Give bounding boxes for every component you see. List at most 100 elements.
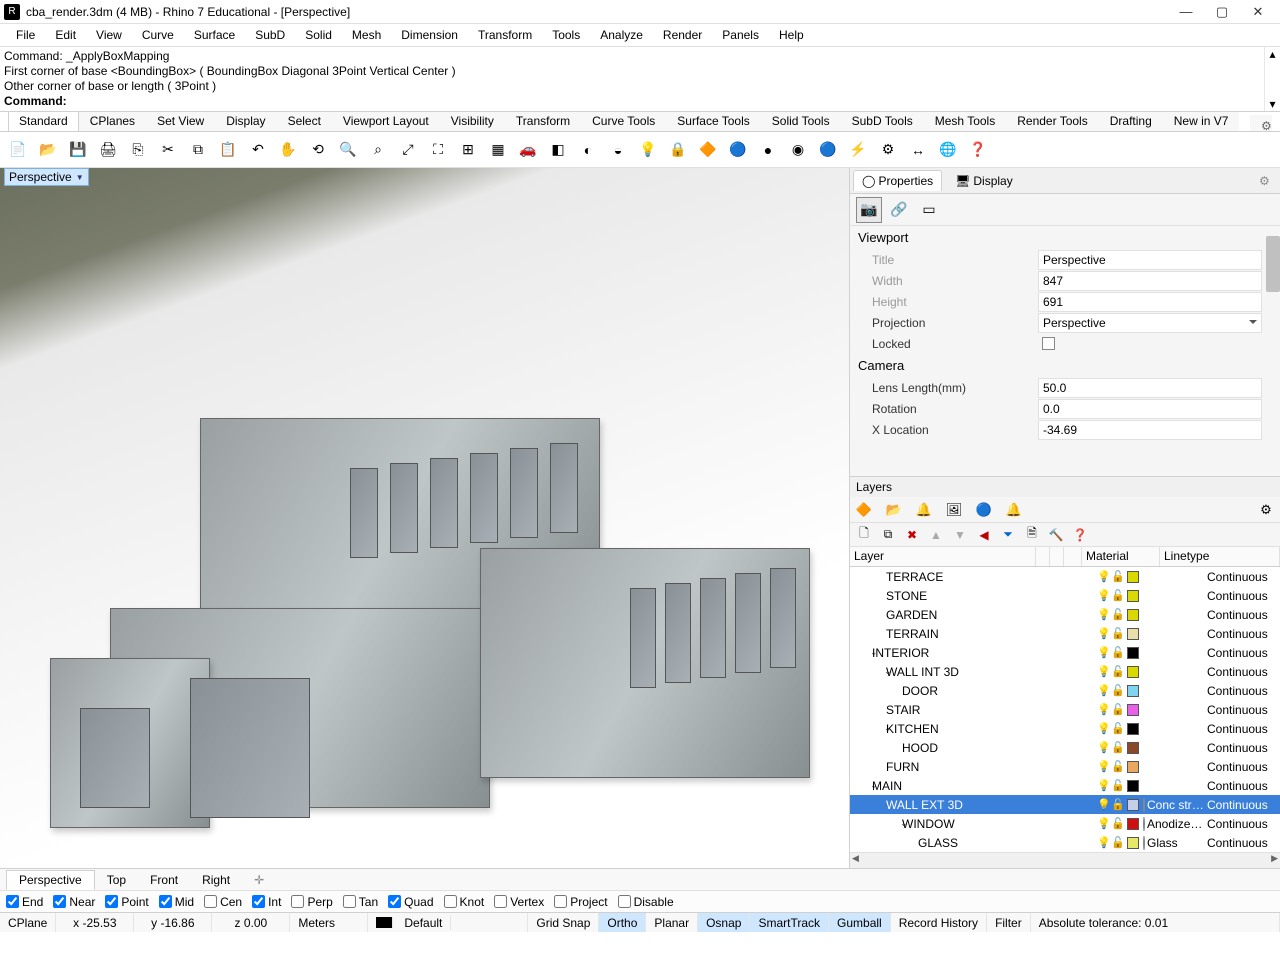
- lock-icon[interactable]: 🔓: [1111, 836, 1125, 849]
- gear-icon[interactable]: ⚙: [1258, 502, 1274, 518]
- tab-display[interactable]: 🖥Display: [946, 170, 1022, 191]
- status-layer[interactable]: Default: [368, 913, 528, 932]
- gear-icon[interactable]: ⚙: [1259, 174, 1273, 188]
- sphere-icon[interactable]: 🔵: [976, 502, 992, 518]
- properties-icon[interactable]: 🔵: [726, 138, 750, 162]
- filter-icon[interactable]: ⏷: [1000, 527, 1016, 543]
- expand-icon[interactable]: ⌄: [850, 647, 870, 658]
- tbtab-setview[interactable]: Set View: [146, 110, 215, 131]
- add-viewport-icon[interactable]: ✛: [242, 871, 276, 889]
- checkbox[interactable]: [618, 895, 631, 908]
- menu-view[interactable]: View: [86, 26, 132, 44]
- lock-icon[interactable]: 🔓: [1111, 684, 1125, 697]
- layer-row[interactable]: STAIR💡🔓Continuous: [850, 700, 1280, 719]
- expand-icon[interactable]: ⌄: [850, 780, 870, 791]
- layer-row[interactable]: ⌄WALL EXT 3D💡🔓Conc stri…Continuous: [850, 795, 1280, 814]
- command-area[interactable]: Command: _ApplyBoxMapping First corner o…: [0, 46, 1280, 112]
- lock-icon[interactable]: 🔓: [1111, 589, 1125, 602]
- checkbox[interactable]: [343, 895, 356, 908]
- color-swatch[interactable]: [1127, 799, 1139, 811]
- tbtab-newinv7[interactable]: New in V7: [1163, 110, 1240, 131]
- tbtab-transform[interactable]: Transform: [505, 110, 581, 131]
- col-material[interactable]: Material: [1082, 547, 1160, 566]
- expand-icon[interactable]: ⌄: [850, 799, 884, 810]
- vptab-top[interactable]: Top: [95, 871, 138, 889]
- osnap-cen[interactable]: Cen: [204, 895, 242, 909]
- menu-edit[interactable]: Edit: [45, 26, 86, 44]
- help-icon[interactable]: ❓: [966, 138, 990, 162]
- rotate-icon[interactable]: ⟲: [306, 138, 330, 162]
- layer-linetype[interactable]: Continuous: [1205, 741, 1280, 755]
- menu-tools[interactable]: Tools: [542, 26, 590, 44]
- tbtab-drafting[interactable]: Drafting: [1099, 110, 1163, 131]
- lock-icon[interactable]: 🔒: [666, 138, 690, 162]
- layer-linetype[interactable]: Continuous: [1205, 589, 1280, 603]
- bulb-icon[interactable]: 💡: [1097, 589, 1111, 602]
- expand-icon[interactable]: ⌄: [850, 818, 900, 829]
- menu-analyze[interactable]: Analyze: [590, 26, 653, 44]
- bulb-icon[interactable]: 💡: [1097, 703, 1111, 716]
- color-swatch[interactable]: [1127, 590, 1139, 602]
- color-swatch[interactable]: [1127, 609, 1139, 621]
- color-swatch[interactable]: [1127, 780, 1139, 792]
- bulb-icon[interactable]: 💡: [1097, 760, 1111, 773]
- tbtab-viewportlayout[interactable]: Viewport Layout: [332, 110, 440, 131]
- tbtab-standard[interactable]: Standard: [8, 110, 79, 131]
- layers-hscrollbar[interactable]: [850, 852, 1280, 868]
- status-ortho[interactable]: Ortho: [599, 913, 646, 932]
- bulb-icon[interactable]: 💡: [1097, 722, 1111, 735]
- shade-icon[interactable]: ◐: [576, 138, 600, 162]
- gear-icon[interactable]: ⚙: [1250, 115, 1272, 131]
- image-icon[interactable]: 🖼: [946, 502, 962, 518]
- menu-surface[interactable]: Surface: [184, 26, 245, 44]
- options-icon[interactable]: ⚡: [846, 138, 870, 162]
- checkbox[interactable]: [252, 895, 265, 908]
- named-views-icon[interactable]: ◧: [546, 138, 570, 162]
- osnap-int[interactable]: Int: [252, 895, 281, 909]
- color-swatch[interactable]: [1127, 723, 1139, 735]
- field-x[interactable]: -34.69: [1038, 420, 1262, 440]
- color-swatch[interactable]: [1127, 837, 1139, 849]
- cmd-scrollbar[interactable]: ▴▾: [1264, 47, 1280, 111]
- layer-linetype[interactable]: Continuous: [1205, 703, 1280, 717]
- osnap-disable[interactable]: Disable: [618, 895, 674, 909]
- bulb-icon[interactable]: 💡: [1097, 779, 1111, 792]
- menu-file[interactable]: File: [6, 26, 45, 44]
- material-icon[interactable]: ◉: [786, 138, 810, 162]
- layer-linetype[interactable]: Continuous: [1205, 836, 1280, 850]
- tbtab-display[interactable]: Display: [215, 110, 276, 131]
- layer-linetype[interactable]: Continuous: [1205, 646, 1280, 660]
- lock-icon[interactable]: 🔓: [1111, 722, 1125, 735]
- help-icon[interactable]: ❓: [1072, 527, 1088, 543]
- status-filter[interactable]: Filter: [987, 913, 1031, 932]
- col-layer[interactable]: Layer: [850, 547, 1036, 566]
- lollipop-icon[interactable]: 🔗: [886, 197, 912, 223]
- bulb-icon[interactable]: 💡: [1097, 741, 1111, 754]
- checkbox[interactable]: [388, 895, 401, 908]
- expand-icon[interactable]: ⌄: [850, 723, 884, 734]
- checkbox[interactable]: [6, 895, 19, 908]
- bulb-icon[interactable]: 💡: [1097, 836, 1111, 849]
- layer-row[interactable]: TERRACE💡🔓Continuous: [850, 567, 1280, 586]
- status-cplane[interactable]: CPlane: [0, 913, 56, 932]
- tab-properties[interactable]: ◯Properties: [853, 170, 942, 191]
- hammer-icon[interactable]: 🔨: [1048, 527, 1064, 543]
- color-swatch[interactable]: [1127, 761, 1139, 773]
- menu-help[interactable]: Help: [769, 26, 814, 44]
- layer-linetype[interactable]: Continuous: [1205, 684, 1280, 698]
- layer-row[interactable]: ⌄INTERIOR💡🔓Continuous: [850, 643, 1280, 662]
- status-gridsnap[interactable]: Grid Snap: [528, 913, 599, 932]
- vptab-front[interactable]: Front: [138, 871, 190, 889]
- lock-icon[interactable]: 🔓: [1111, 570, 1125, 583]
- checkbox[interactable]: [444, 895, 457, 908]
- menu-transform[interactable]: Transform: [468, 26, 542, 44]
- lock-icon[interactable]: 🔓: [1111, 608, 1125, 621]
- layer-material[interactable]: Anodize…: [1141, 817, 1205, 831]
- options2-icon[interactable]: ⚙: [876, 138, 900, 162]
- maximize-button[interactable]: ▢: [1204, 1, 1240, 23]
- set-view-icon[interactable]: ◒: [606, 138, 630, 162]
- new-layer-icon[interactable]: 🗋: [856, 527, 872, 543]
- vptab-right[interactable]: Right: [190, 871, 242, 889]
- field-title[interactable]: Perspective: [1038, 250, 1262, 270]
- tool-icon[interactable]: 🗎: [1024, 527, 1040, 543]
